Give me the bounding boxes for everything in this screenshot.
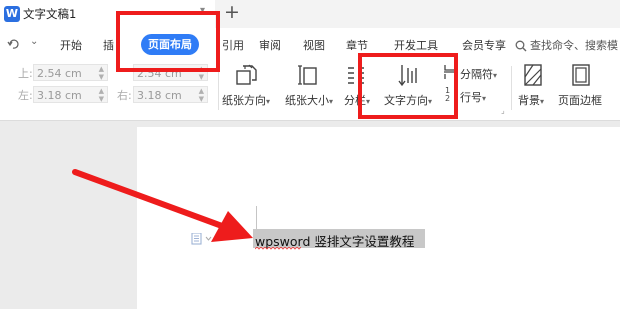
background-dropdown-icon: ▾ — [540, 97, 545, 106]
margin-right-input[interactable]: 3.18 cm ▲ ▼ — [133, 86, 208, 103]
paper-orientation-button[interactable]: 纸张方向▾ — [222, 92, 270, 108]
margin-top-input[interactable]: 2.54 cm ▲ ▼ — [33, 64, 108, 81]
page-border-button[interactable]: 页面边框 — [558, 92, 602, 108]
background-icon[interactable] — [522, 63, 544, 91]
undo-arrow-icon[interactable] — [6, 36, 20, 55]
margin-right-spinner-icon[interactable]: ▲ ▼ — [199, 87, 204, 103]
wps-writer-icon: W — [4, 6, 20, 22]
menu-review[interactable]: 审阅 — [259, 37, 281, 53]
new-tab-button[interactable]: + — [224, 1, 240, 23]
menu-home[interactable]: 开始 — [60, 37, 82, 53]
margin-left-spinner-icon[interactable]: ▲ ▼ — [99, 87, 104, 103]
document-title: 文字文稿1 — [23, 7, 77, 21]
paper-orientation-dropdown-icon: ▾ — [266, 97, 271, 106]
annotation-box-text-direction — [358, 53, 458, 119]
paper-size-button[interactable]: 纸张大小▾ — [285, 92, 333, 108]
margin-right-label: 右: — [117, 89, 132, 102]
background-button[interactable]: 背景▾ — [518, 92, 544, 108]
breaks-dropdown-icon: ▾ — [493, 71, 498, 80]
paper-size-dropdown-icon: ▾ — [329, 97, 334, 106]
line-numbers-dropdown-icon: ▾ — [482, 94, 487, 103]
annotation-arrow — [72, 169, 253, 242]
ribbon-divider — [218, 66, 219, 110]
menu-member-exclusive[interactable]: 会员专享 — [462, 37, 506, 53]
menu-chapter[interactable]: 章节 — [346, 37, 368, 53]
breaks-button[interactable]: 分隔符▾ — [460, 66, 497, 82]
menu-insert[interactable]: 插 — [103, 37, 114, 53]
paper-size-icon[interactable] — [297, 63, 321, 91]
page-setup-launcher-icon[interactable]: ⌟ — [501, 106, 505, 115]
annotation-box-page-layout — [116, 11, 220, 72]
menu-developer-tools[interactable]: 开发工具 — [394, 37, 438, 53]
line-numbers-button[interactable]: 行号▾ — [460, 89, 486, 105]
paper-orientation-icon[interactable] — [234, 63, 258, 91]
margin-top-spinner-icon[interactable]: ▲ ▼ — [99, 65, 104, 81]
ribbon-divider — [511, 66, 512, 110]
search-command-input[interactable]: 查找命令、搜索模 — [530, 37, 618, 53]
page-border-icon[interactable] — [571, 63, 591, 91]
margin-left-label: 左: — [18, 89, 33, 102]
menu-reference[interactable]: 引用 — [222, 37, 244, 53]
menu-view[interactable]: 视图 — [303, 37, 325, 53]
margin-top-label: 上: — [18, 67, 33, 80]
quick-access-dropdown-icon[interactable]: ⌄ — [30, 36, 38, 47]
margin-left-input[interactable]: 3.18 cm ▲ ▼ — [33, 86, 108, 103]
search-icon[interactable] — [515, 37, 527, 56]
